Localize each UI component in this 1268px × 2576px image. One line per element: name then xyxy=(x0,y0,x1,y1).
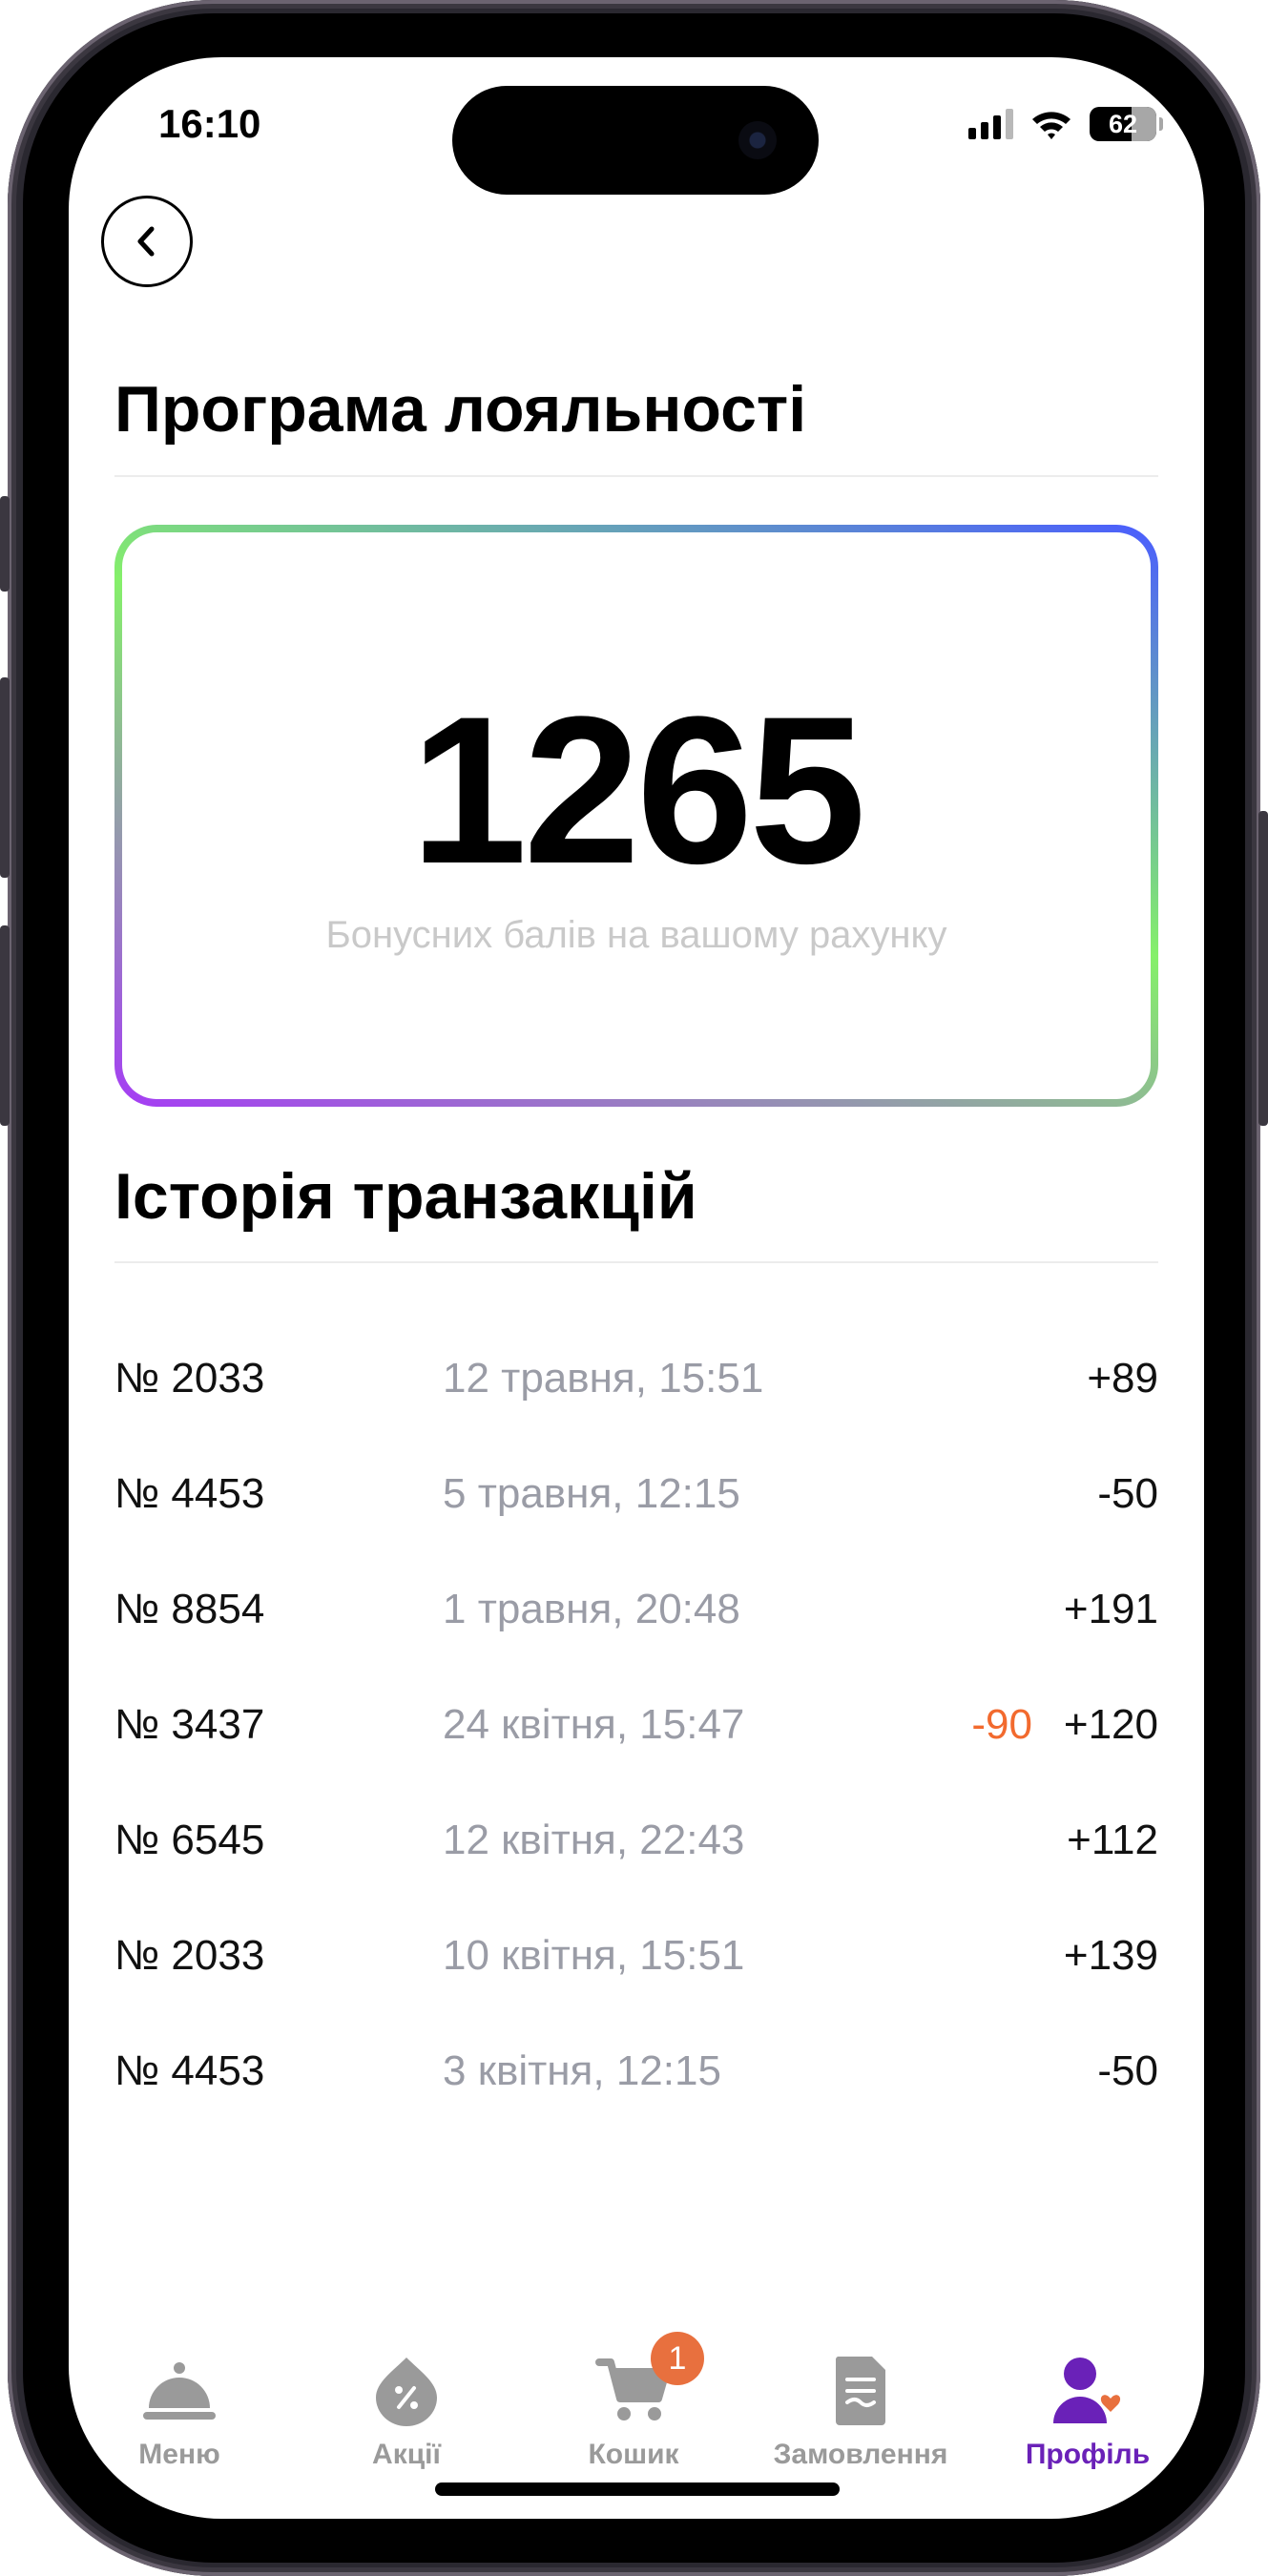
transaction-number: № 2033 xyxy=(114,1355,265,1402)
volume-down-button xyxy=(0,925,10,1126)
transaction-row[interactable]: № 3437 24 квітня, 15:47 -90 +120 xyxy=(114,1701,1158,1817)
transaction-row[interactable]: № 4453 5 травня, 12:15 -50 xyxy=(114,1470,1158,1586)
title-divider xyxy=(114,475,1158,477)
cellular-signal-icon xyxy=(968,109,1013,139)
tab-cart[interactable]: 1 Кошик xyxy=(538,2332,729,2471)
transaction-amount: +191 xyxy=(1063,1586,1158,1632)
transaction-list: № 2033 12 травня, 15:51 +89 № 4453 5 тра… xyxy=(114,1355,1158,2163)
transaction-amount: -50 xyxy=(1097,1470,1158,1517)
loyalty-points-card: 1265 Бонусних балів на вашому рахунку xyxy=(114,525,1158,1107)
transaction-row[interactable]: № 2033 10 квітня, 15:51 +139 xyxy=(114,1932,1158,2047)
tab-label: Кошик xyxy=(588,2439,679,2470)
camera-icon xyxy=(738,121,777,159)
transaction-number: № 6545 xyxy=(114,1817,265,1863)
status-icons: 62 xyxy=(968,107,1163,141)
transaction-number: № 4453 xyxy=(114,1470,265,1517)
transaction-date: 1 травня, 20:48 xyxy=(443,1586,740,1632)
transaction-amount: +139 xyxy=(1063,1932,1158,1979)
battery-icon: 62 xyxy=(1090,107,1163,141)
points-balance: 1265 xyxy=(410,673,865,907)
tab-orders[interactable]: Замовлення xyxy=(765,2347,956,2471)
power-button xyxy=(1258,811,1268,1126)
profile-heart-icon xyxy=(1053,2358,1121,2423)
transaction-number: № 4453 xyxy=(114,2047,265,2094)
transaction-date: 12 квітня, 22:43 xyxy=(443,1817,745,1863)
transaction-date: 10 квітня, 15:51 xyxy=(443,1932,745,1979)
tab-label: Меню xyxy=(138,2439,220,2470)
transaction-date: 12 травня, 15:51 xyxy=(443,1355,764,1402)
history-divider xyxy=(114,1261,1158,1263)
transaction-amount: +112 xyxy=(1067,1817,1158,1863)
volume-up-button xyxy=(0,677,10,878)
transaction-date: 5 травня, 12:15 xyxy=(443,1470,740,1517)
chevron-left-icon xyxy=(137,226,155,257)
battery-level: 62 xyxy=(1108,109,1138,138)
points-caption: Бонусних балів на вашому рахунку xyxy=(325,914,947,956)
home-indicator[interactable] xyxy=(435,2483,840,2496)
tab-promotions[interactable]: Акції xyxy=(311,2347,502,2471)
transaction-date: 3 квітня, 12:15 xyxy=(443,2047,721,2094)
transaction-number: № 3437 xyxy=(114,1701,265,1748)
cloche-icon xyxy=(143,2362,216,2420)
transaction-amount: +120 xyxy=(1063,1701,1158,1748)
back-button[interactable] xyxy=(101,196,193,287)
tab-label: Акції xyxy=(372,2439,441,2470)
app-screen: 16:10 62 Програма лояльності 1265 Бонусн… xyxy=(69,57,1204,2519)
transaction-amount: +89 xyxy=(1087,1355,1158,1402)
transaction-amount: -50 xyxy=(1097,2047,1158,2094)
cart-badge: 1 xyxy=(651,2332,704,2385)
action-button xyxy=(0,496,10,592)
transaction-number: № 2033 xyxy=(114,1932,265,1979)
transaction-row[interactable]: № 2033 12 травня, 15:51 +89 xyxy=(114,1355,1158,1470)
history-title: Історія транзакцій xyxy=(114,1160,697,1233)
status-time: 16:10 xyxy=(158,101,261,146)
page-title: Програма лояльності xyxy=(114,373,807,446)
transaction-row[interactable]: № 6545 12 квітня, 22:43 +112 xyxy=(114,1817,1158,1932)
wifi-icon xyxy=(1032,112,1071,139)
tab-menu[interactable]: Меню xyxy=(84,2347,275,2471)
transaction-row[interactable]: № 4453 3 квітня, 12:15 -50 xyxy=(114,2047,1158,2163)
bottom-tab-bar: Меню Акції 1 Кошик Замовлення Профіль xyxy=(69,2332,1204,2490)
discount-tag-icon xyxy=(376,2358,437,2426)
receipt-icon xyxy=(835,2357,885,2425)
transaction-date: 24 квітня, 15:47 xyxy=(443,1701,745,1748)
transaction-row[interactable]: № 8854 1 травня, 20:48 +191 xyxy=(114,1586,1158,1701)
tab-label: Замовлення xyxy=(773,2439,948,2470)
transaction-spent: -90 xyxy=(971,1701,1032,1748)
dynamic-island xyxy=(452,86,819,195)
transaction-number: № 8854 xyxy=(114,1586,265,1632)
tab-profile[interactable]: Профіль xyxy=(992,2347,1183,2471)
tab-label: Профіль xyxy=(1025,2439,1151,2470)
